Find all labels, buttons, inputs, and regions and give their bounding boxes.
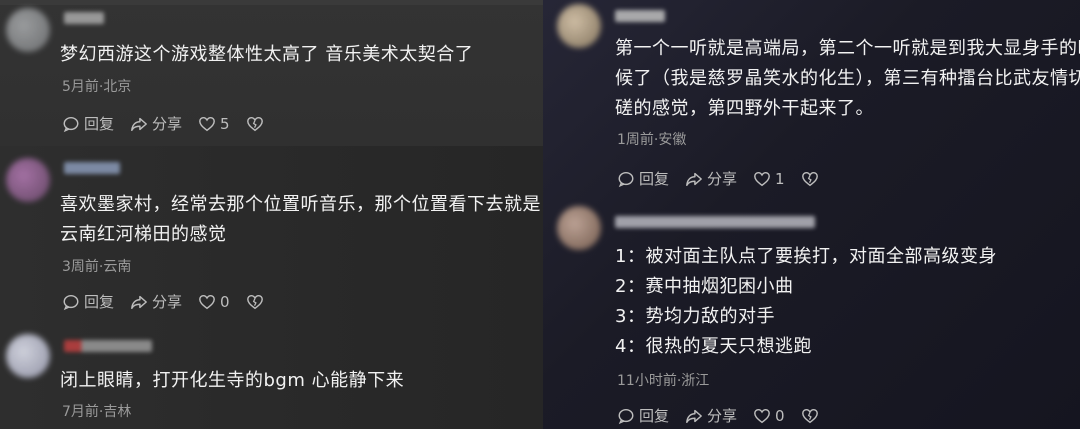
comment-text-line: 3：势均力敌的对手 bbox=[615, 306, 775, 327]
username[interactable] bbox=[64, 340, 152, 352]
left-comment-panel: 梦幻西游这个游戏整体性太高了 音乐美术太契合了 5月前·北京 回复 分享 5 喜… bbox=[0, 0, 543, 429]
heart-icon bbox=[754, 408, 770, 423]
comment-text: 第一个一听就是高端局，第二个一听就是到我大显身手的时 候了（我是慈罗晶笑水的化生… bbox=[615, 34, 1080, 124]
broken-heart-icon bbox=[801, 171, 818, 186]
broken-heart-icon bbox=[801, 408, 818, 423]
dislike-button[interactable] bbox=[801, 407, 819, 425]
share-button[interactable]: 分享 bbox=[130, 291, 182, 312]
dislike-button[interactable] bbox=[801, 170, 819, 188]
comment-text: 梦幻西游这个游戏整体性太高了 音乐美术太契合了 bbox=[60, 44, 474, 65]
reply-label: 回复 bbox=[84, 115, 115, 133]
share-button[interactable]: 分享 bbox=[130, 113, 182, 134]
comment-item: 喜欢墨家村，经常去那个位置听音乐，那个位置看下去就是 云南红河梯田的感觉 3周前… bbox=[0, 146, 543, 320]
comment-meta: 7月前·吉林 bbox=[62, 404, 132, 420]
broken-heart-icon bbox=[246, 294, 263, 309]
like-button[interactable]: 0 bbox=[198, 293, 230, 311]
share-arrow-icon bbox=[686, 172, 702, 186]
comment-meta: 11小时前·浙江 bbox=[617, 373, 710, 389]
comment-bubble-icon bbox=[63, 294, 79, 310]
comment-text-line: 2：赛中抽烟犯困小曲 bbox=[615, 276, 794, 297]
right-comment-panel: 第一个一听就是高端局，第二个一听就是到我大显身手的时 候了（我是慈罗晶笑水的化生… bbox=[543, 0, 1080, 429]
comment-meta: 3周前·云南 bbox=[62, 259, 132, 275]
like-button[interactable]: 5 bbox=[198, 115, 230, 133]
comment-actions: 回复 分享 1 bbox=[617, 168, 819, 189]
comment-actions: 回复 分享 0 bbox=[617, 405, 819, 426]
share-button[interactable]: 分享 bbox=[685, 168, 737, 189]
avatar[interactable] bbox=[6, 8, 50, 52]
share-label: 分享 bbox=[152, 115, 183, 133]
avatar[interactable] bbox=[6, 158, 50, 202]
dislike-button[interactable] bbox=[246, 115, 264, 133]
dislike-button[interactable] bbox=[246, 293, 264, 311]
comment-text: 喜欢墨家村，经常去那个位置听音乐，那个位置看下去就是 云南红河梯田的感觉 bbox=[60, 190, 541, 250]
share-arrow-icon bbox=[131, 117, 147, 131]
heart-icon bbox=[754, 171, 770, 186]
username[interactable] bbox=[64, 162, 120, 174]
avatar[interactable] bbox=[557, 4, 601, 48]
username[interactable] bbox=[64, 12, 104, 24]
username[interactable] bbox=[615, 10, 665, 22]
comment-text-line: 4：很热的夏天只想逃跑 bbox=[615, 336, 812, 357]
comment-text-line: 第一个一听就是高端局，第二个一听就是到我大显身手的时 bbox=[615, 38, 1080, 59]
share-arrow-icon bbox=[686, 409, 702, 423]
comment-item: 第一个一听就是高端局，第二个一听就是到我大显身手的时 候了（我是慈罗晶笑水的化生… bbox=[543, 0, 1080, 200]
comment-meta: 5月前·北京 bbox=[62, 79, 132, 95]
avatar[interactable] bbox=[557, 206, 601, 250]
comment-bubble-icon bbox=[618, 171, 634, 187]
avatar[interactable] bbox=[6, 334, 50, 378]
share-label: 分享 bbox=[707, 170, 738, 188]
reply-label: 回复 bbox=[84, 293, 115, 311]
reply-button[interactable]: 回复 bbox=[617, 168, 669, 189]
broken-heart-icon bbox=[246, 116, 263, 131]
comment-text-line: 喜欢墨家村，经常去那个位置听音乐，那个位置看下去就是 bbox=[60, 194, 541, 215]
comment-bubble-icon bbox=[63, 116, 79, 132]
like-button[interactable]: 1 bbox=[753, 170, 785, 188]
comment-text: 1：被对面主队点了要挨打，对面全部高级变身 2：赛中抽烟犯困小曲 3：势均力敌的… bbox=[615, 242, 997, 362]
comment-text-line: 云南红河梯田的感觉 bbox=[60, 224, 227, 245]
reply-label: 回复 bbox=[639, 170, 670, 188]
comment-actions: 回复 分享 5 bbox=[62, 113, 264, 134]
like-count: 0 bbox=[220, 292, 230, 311]
comment-text: 闭上眼睛，打开化生寺的bgm 心能静下来 bbox=[60, 370, 405, 391]
comment-text-line: 候了（我是慈罗晶笑水的化生），第三有种擂台比武友情切 bbox=[615, 68, 1080, 89]
comment-meta: 1周前·安徽 bbox=[617, 132, 687, 148]
heart-icon bbox=[199, 116, 215, 131]
like-count: 1 bbox=[775, 169, 785, 188]
comment-text-line: 磋的感觉，第四野外干起来了。 bbox=[615, 98, 874, 119]
reply-button[interactable]: 回复 bbox=[617, 405, 669, 426]
comment-item: 梦幻西游这个游戏整体性太高了 音乐美术太契合了 5月前·北京 回复 分享 5 bbox=[0, 0, 543, 146]
reply-label: 回复 bbox=[639, 407, 670, 425]
comment-actions: 回复 分享 0 bbox=[62, 291, 264, 312]
heart-icon bbox=[199, 294, 215, 309]
like-count: 5 bbox=[220, 114, 230, 133]
username[interactable] bbox=[615, 216, 815, 228]
comment-item: 闭上眼睛，打开化生寺的bgm 心能静下来 7月前·吉林 bbox=[0, 320, 543, 429]
comment-bubble-icon bbox=[618, 408, 634, 424]
comment-text-line: 1：被对面主队点了要挨打，对面全部高级变身 bbox=[615, 246, 997, 267]
like-count: 0 bbox=[775, 406, 785, 425]
reply-button[interactable]: 回复 bbox=[62, 291, 114, 312]
reply-button[interactable]: 回复 bbox=[62, 113, 114, 134]
comment-item: 1：被对面主队点了要挨打，对面全部高级变身 2：赛中抽烟犯困小曲 3：势均力敌的… bbox=[543, 200, 1080, 429]
like-button[interactable]: 0 bbox=[753, 407, 785, 425]
share-arrow-icon bbox=[131, 295, 147, 309]
share-label: 分享 bbox=[707, 407, 738, 425]
share-label: 分享 bbox=[152, 293, 183, 311]
share-button[interactable]: 分享 bbox=[685, 405, 737, 426]
